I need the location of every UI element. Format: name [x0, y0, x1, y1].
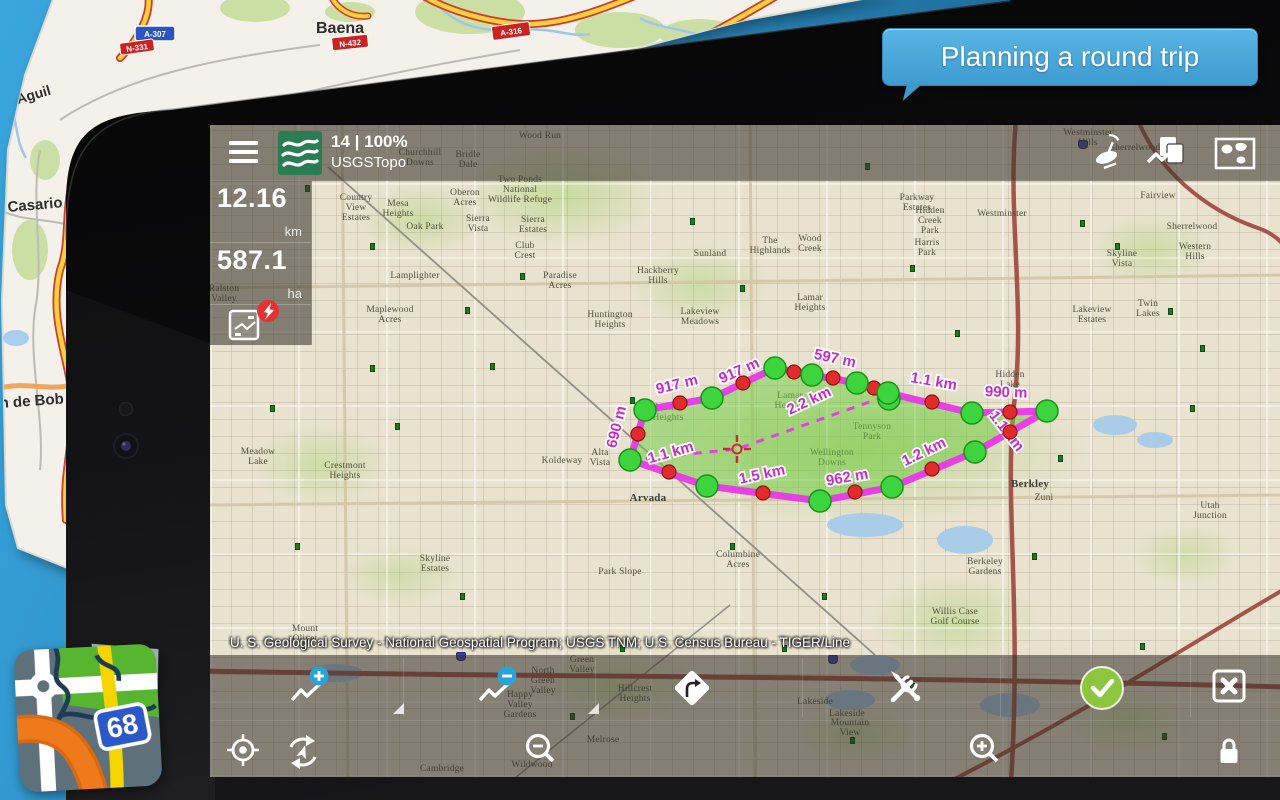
- gps-locate-button[interactable]: [215, 722, 271, 777]
- rotate-map-button[interactable]: [275, 724, 331, 777]
- feature-callout: Planning a round trip: [882, 28, 1258, 86]
- distance-unit: km: [285, 224, 302, 239]
- map-attribution: U. S. Geological Survey - National Geosp…: [230, 635, 850, 650]
- zoom-out-button[interactable]: [512, 720, 568, 776]
- map-controls-toolbar: [210, 720, 1280, 777]
- top-bar: 14 | 100% USGSTopo: [210, 125, 1280, 181]
- tablet-camera-small: [120, 403, 133, 416]
- quick-map-switch[interactable]: [210, 305, 311, 345]
- distance-stat: 12.16 km: [210, 181, 311, 243]
- area-stat: 587.1 ha: [210, 243, 311, 305]
- map-provider-logo[interactable]: [278, 131, 322, 175]
- confirm-button[interactable]: [1074, 660, 1130, 716]
- locus-app-icon: 68: [10, 640, 166, 796]
- callout-text: Planning a round trip: [941, 41, 1199, 73]
- route-planner-toolbar: [210, 655, 1280, 720]
- world-map-icon[interactable]: [1211, 129, 1259, 177]
- route-points-count: 14 | 100%: [331, 132, 408, 152]
- navigate-route-button[interactable]: [664, 660, 720, 716]
- menu-icon[interactable]: [225, 137, 262, 169]
- tools-button[interactable]: [877, 660, 933, 716]
- active-map-name: USGSTopo: [331, 154, 406, 171]
- long-press-indicator: [393, 703, 404, 714]
- add-route-point-button[interactable]: [282, 659, 338, 715]
- route-stats-panel: 12.16 km 587.1 ha: [210, 181, 312, 345]
- route-shield-badge: 68: [104, 708, 141, 744]
- remove-route-point-button[interactable]: [470, 659, 526, 715]
- lock-button[interactable]: [1201, 724, 1257, 777]
- maps-stack-icon[interactable]: [1141, 129, 1189, 177]
- close-button[interactable]: [1201, 658, 1257, 714]
- scene: A-307 N-331 N-432 A-316 N-323: [0, 0, 1280, 800]
- app-screen: Wood RunChurchhill DownsBridle DaleObero…: [210, 125, 1280, 777]
- zoom-in-button[interactable]: [956, 720, 1012, 776]
- area-value: 587.1: [217, 245, 287, 276]
- satellite-icon[interactable]: [1083, 129, 1131, 177]
- distance-value: 12.16: [217, 183, 287, 214]
- long-press-indicator: [588, 703, 599, 714]
